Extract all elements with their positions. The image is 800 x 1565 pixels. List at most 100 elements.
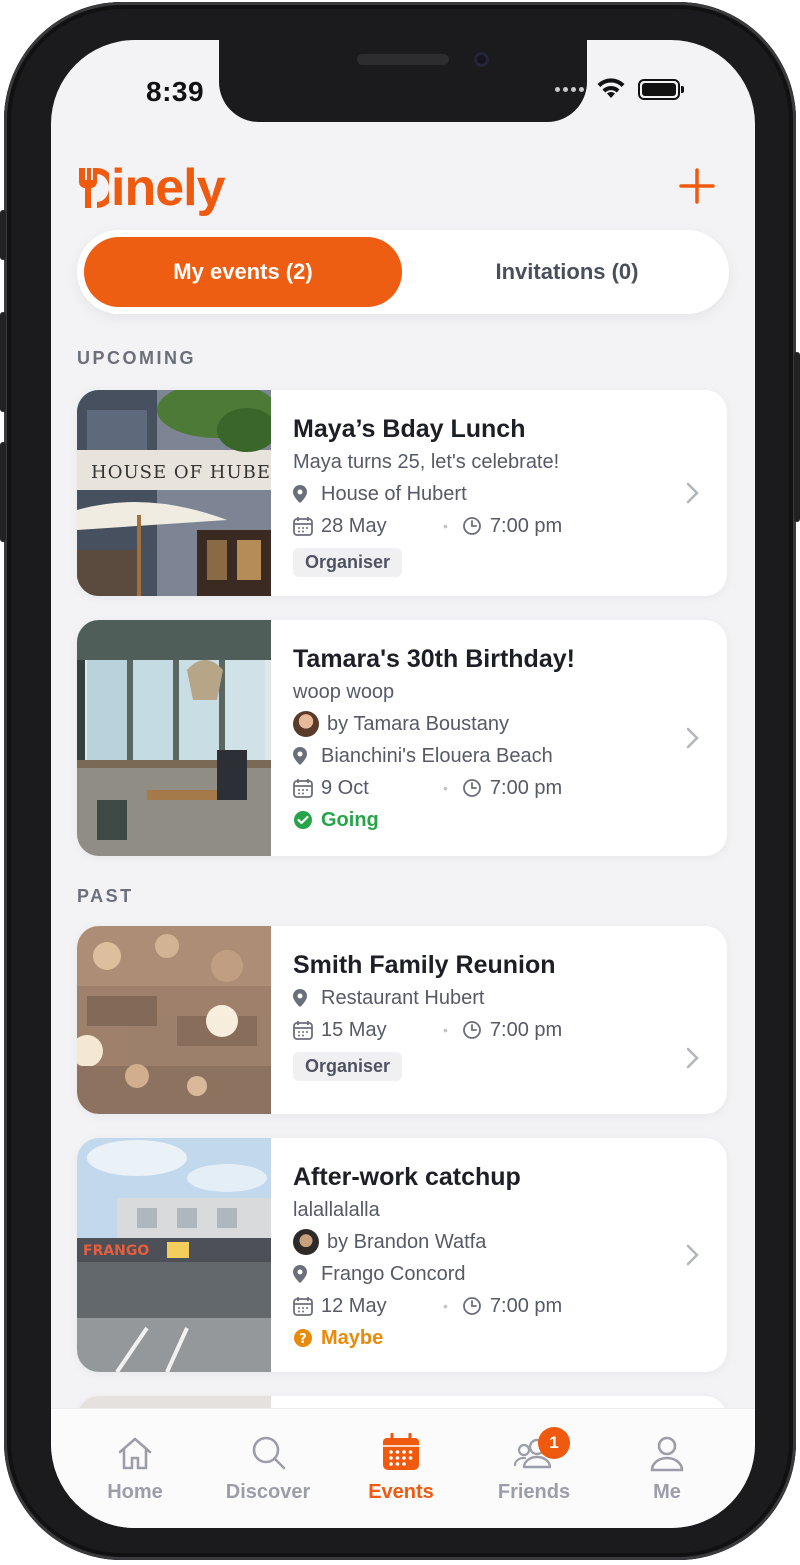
date-text: 9 Oct	[321, 777, 369, 799]
calendar-icon	[293, 779, 313, 798]
section-past: PAST	[77, 886, 134, 906]
home-icon	[118, 1437, 152, 1470]
user-icon	[650, 1436, 684, 1472]
event-photo: HOUSE OF HUBERT	[77, 390, 271, 596]
event-photo	[77, 620, 271, 856]
tab-invitations[interactable]: Invitations (0)	[411, 237, 723, 307]
status-indicators	[555, 78, 684, 100]
event-venue: Restaurant Hubert	[293, 982, 667, 1014]
svg-text:?: ?	[299, 1332, 307, 1347]
wifi-icon	[597, 78, 625, 98]
event-card-body: After-work catchup lalallalalla by Brand…	[293, 1160, 667, 1354]
event-card[interactable]: Tamara's 30th Birthday! woop woop by Tam…	[77, 620, 727, 856]
status-time: 8:39	[146, 76, 205, 107]
power-button	[794, 352, 800, 522]
venue-text: Restaurant Hubert	[321, 987, 485, 1009]
date-text: 15 May	[321, 1019, 387, 1041]
speaker	[357, 54, 449, 65]
separator-dot: •	[443, 1298, 448, 1314]
time-text: 7:00 pm	[489, 777, 563, 799]
organiser-badge: Organiser	[293, 548, 403, 577]
status-going: Going	[321, 809, 379, 831]
volume-up-button	[0, 312, 6, 412]
tab-events-label: Events	[368, 1481, 434, 1503]
separator-dot: •	[443, 518, 448, 534]
volume-down-button	[0, 442, 6, 542]
venue-text: Frango Concord	[321, 1263, 466, 1285]
tab-me-label: Me	[653, 1481, 681, 1503]
bottom-tab-bar: Home Discover Events 1 Friends Me	[51, 1408, 755, 1528]
status-maybe: Maybe	[321, 1327, 384, 1349]
event-datetime: 15 May • 7:00 pm	[293, 1014, 667, 1046]
question-circle-icon: ?	[294, 1329, 312, 1347]
rsvp-status: Going	[293, 804, 667, 836]
time-text: 7:00 pm	[489, 1295, 563, 1317]
tab-home[interactable]: Home	[75, 1433, 195, 1504]
svg-text:HOUSE OF HUBERT: HOUSE OF HUBERT	[91, 462, 271, 483]
location-pin-icon	[293, 989, 307, 1007]
tab-events[interactable]: Events	[341, 1433, 461, 1504]
separator-dot: •	[443, 1022, 448, 1038]
venue-text: Bianchini's Elouera Beach	[321, 745, 553, 767]
friends-notification-badge: 1	[538, 1427, 570, 1459]
venue-text: House of Hubert	[321, 483, 467, 505]
event-card[interactable]: HOUSE OF HUBERT Maya’s Bday Lunch Maya t…	[77, 390, 727, 596]
calendar-icon	[293, 1021, 313, 1040]
tab-my-events[interactable]: My events (2)	[84, 237, 402, 307]
date-text: 28 May	[321, 515, 387, 537]
tab-me[interactable]: Me	[607, 1433, 727, 1504]
phone-frame: 8:39 inely My events (2) Invitations (0)…	[0, 2, 800, 1560]
event-card[interactable]: FRANGO After-work catchup lalallalalla b…	[77, 1138, 727, 1372]
event-title: Maya’s Bday Lunch	[293, 415, 526, 443]
event-photo: FRANGO	[77, 1138, 271, 1372]
chevron-right-icon	[686, 727, 699, 749]
chevron-right-icon	[686, 1047, 699, 1069]
fork-logo-icon	[79, 168, 109, 208]
tab-home-label: Home	[107, 1481, 163, 1503]
svg-text:FRANGO: FRANGO	[83, 1243, 149, 1259]
signal-icon	[555, 86, 584, 92]
chevron-right-icon	[686, 1244, 699, 1266]
battery-icon	[638, 78, 684, 100]
clock-icon	[463, 1297, 481, 1315]
event-venue: Frango Concord	[293, 1258, 667, 1290]
tab-friends-label: Friends	[497, 1481, 571, 1503]
host-text: by Brandon Watfa	[327, 1231, 487, 1253]
event-photo	[77, 926, 271, 1114]
add-event-button[interactable]	[677, 166, 717, 206]
clock-icon	[463, 779, 481, 797]
event-venue: House of Hubert	[293, 478, 667, 510]
front-camera	[474, 52, 489, 67]
section-upcoming: UPCOMING	[77, 348, 196, 368]
event-datetime: 28 May • 7:00 pm	[293, 510, 667, 542]
event-card-body: Tamara's 30th Birthday! woop woop by Tam…	[293, 642, 667, 836]
search-icon	[252, 1436, 286, 1470]
event-card-body: Maya’s Bday Lunch Maya turns 25, let's c…	[293, 412, 667, 577]
app-logo: inely	[75, 158, 225, 218]
tab-discover-label: Discover	[225, 1481, 311, 1503]
event-subtitle: lalallalalla	[293, 1199, 380, 1221]
rsvp-status: ? Maybe	[293, 1322, 667, 1354]
location-pin-icon	[293, 1265, 307, 1283]
separator-dot: •	[443, 780, 448, 796]
location-pin-icon	[293, 747, 307, 765]
host-avatar	[293, 1229, 319, 1255]
calendar-icon	[293, 1297, 313, 1316]
event-title: After-work catchup	[293, 1163, 521, 1191]
event-venue: Bianchini's Elouera Beach	[293, 740, 667, 772]
time-text: 7:00 pm	[489, 1019, 563, 1041]
event-card[interactable]: Smith Family Reunion Restaurant Hubert 1…	[77, 926, 727, 1114]
event-datetime: 12 May • 7:00 pm	[293, 1290, 667, 1322]
event-datetime: 9 Oct • 7:00 pm	[293, 772, 667, 804]
tab-discover[interactable]: Discover	[208, 1433, 328, 1504]
organiser-badge: Organiser	[293, 1052, 403, 1081]
app-name: inely	[111, 159, 225, 217]
app-screen: 8:39 inely My events (2) Invitations (0)…	[51, 40, 755, 1528]
tab-friends[interactable]: 1 Friends	[474, 1427, 594, 1504]
plus-icon	[679, 168, 715, 204]
mute-switch	[0, 210, 6, 260]
chevron-right-icon	[686, 482, 699, 504]
clock-icon	[463, 1021, 481, 1039]
host-text: by Tamara Boustany	[327, 713, 509, 735]
event-title: Smith Family Reunion	[293, 951, 556, 979]
